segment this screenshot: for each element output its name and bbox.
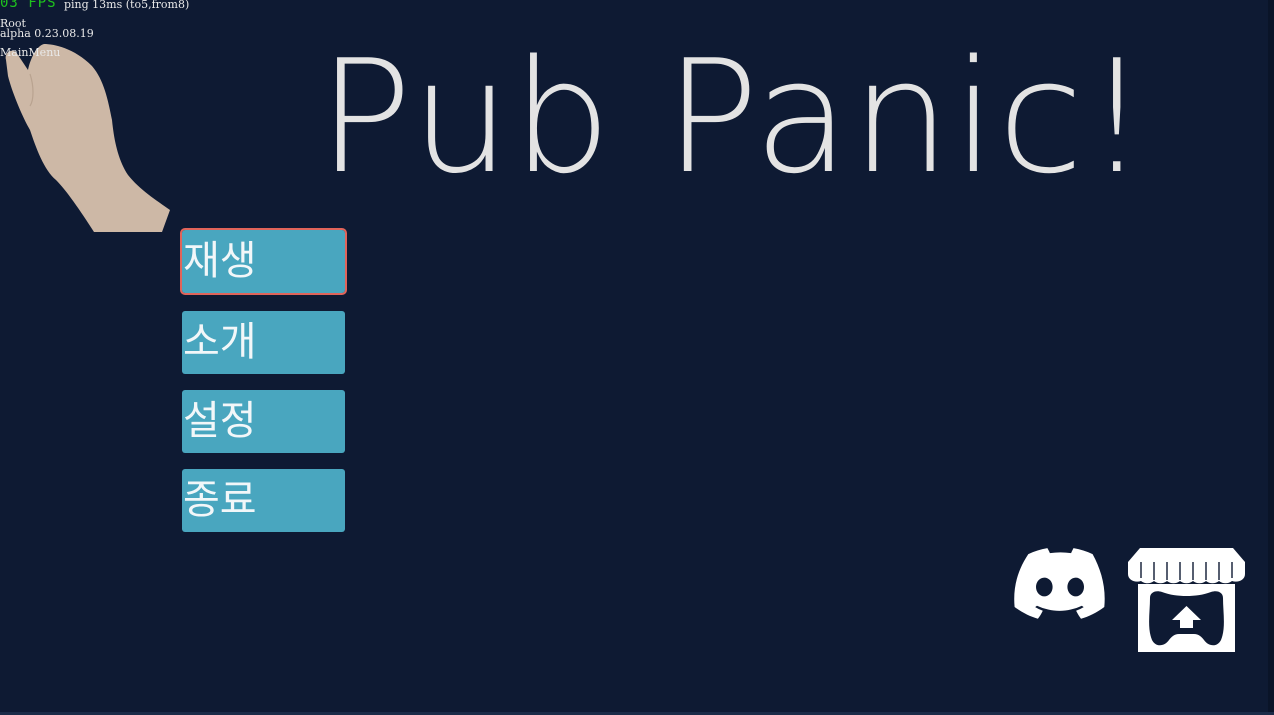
hand-cursor-icon <box>5 44 170 232</box>
fps-counter: 03 FPS <box>0 0 57 11</box>
version-label: alpha 0.23.08.19 <box>0 27 94 40</box>
quit-button[interactable]: 종료 <box>182 469 345 532</box>
window-edge <box>1268 0 1274 715</box>
play-button[interactable]: 재생 <box>180 228 347 295</box>
about-button[interactable]: 소개 <box>182 311 345 374</box>
scene-name-label: MainMenu <box>0 46 61 59</box>
itch-io-icon[interactable] <box>1128 548 1245 652</box>
game-title: Pub Panic! <box>318 26 1150 208</box>
discord-icon[interactable] <box>1013 548 1107 620</box>
settings-button[interactable]: 설정 <box>182 390 345 453</box>
ping-readout: ping 13ms (to5,from8) <box>64 0 190 11</box>
